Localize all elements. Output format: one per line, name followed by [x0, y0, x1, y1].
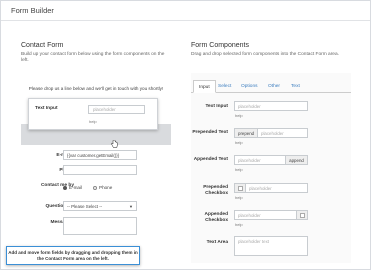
prepend-addon: prepend [234, 128, 258, 138]
component-help: help [235, 113, 243, 118]
checkbox-icon [300, 213, 305, 218]
component-label: Appended Text [193, 157, 228, 162]
form-builder-window: Form Builder Contact Form Build up your … [0, 0, 371, 270]
radio-dot-icon [93, 185, 97, 190]
contact-me-by-row: Contact me by E-mail Phone [21, 181, 171, 195]
tab-other[interactable]: Other [268, 84, 280, 89]
component-help: help [235, 195, 243, 200]
component-input: placeholder [257, 128, 308, 138]
components-subtitle: Drag and drop selected form components i… [191, 52, 339, 57]
dragged-help: help [89, 119, 97, 124]
component-textarea: placeholder text [234, 236, 308, 256]
dragged-text-input-component[interactable]: Text Input placeholder help [28, 98, 158, 148]
components-heading: Form Components [191, 42, 249, 49]
phone-field[interactable] [63, 165, 137, 175]
component-help: help [235, 222, 243, 227]
phone-row: Phone [21, 165, 171, 179]
append-addon: append [285, 155, 308, 165]
radio-dot-checked-icon [63, 185, 67, 190]
component-input: placeholder [234, 210, 297, 220]
component-label: Prepended Checkbox [203, 185, 228, 196]
components-panel: Input Select Options Other Text Text Inp… [191, 73, 351, 263]
components-header: Form Components Drag and drop selected f… [191, 42, 361, 58]
page-title: Form Builder [11, 6, 54, 15]
question-for-select[interactable]: -- Please Select -- ▼ [63, 201, 137, 211]
hand-cursor-icon [111, 140, 118, 148]
dragged-label: Text Input [35, 106, 58, 111]
component-help: help [235, 140, 243, 145]
title-bar: Form Builder [1, 1, 370, 21]
form-intro-message: Please drop us a line below and we'll ge… [28, 86, 164, 91]
message-row: Message * [21, 217, 171, 235]
email-field[interactable]: {{var customer.getEmail()}} [63, 150, 137, 160]
tab-select[interactable]: Select [218, 84, 231, 89]
tab-options[interactable]: Options [241, 84, 258, 89]
component-input: placeholder [234, 101, 308, 111]
append-checkbox-addon [296, 210, 308, 220]
radio-phone[interactable]: Phone [93, 185, 112, 190]
radio-email[interactable]: E-mail [63, 185, 82, 190]
email-row: E-mail * {{var customer.getEmail()}} [21, 150, 171, 164]
component-label: Text Area [206, 240, 228, 245]
contact-form-header: Contact Form Build up your contact form … [21, 42, 171, 64]
tab-input[interactable]: Input [193, 80, 216, 93]
question-for-row: Question for -- Please Select -- ▼ [21, 201, 171, 215]
component-input: placeholder [234, 155, 286, 165]
tab-text[interactable]: Text [291, 84, 300, 89]
component-label: Text Input [205, 104, 228, 109]
checkbox-icon [238, 186, 243, 191]
dropdown-arrow-icon: ▼ [129, 204, 133, 209]
component-label: Prepended Text [192, 130, 228, 135]
component-label: Appended Checkbox [204, 212, 228, 223]
dragged-input: placeholder [88, 105, 145, 114]
contact-form-subtitle: Build up your contact form below using t… [21, 52, 165, 63]
component-tabs: Input Select Options Other Text [191, 80, 351, 93]
contact-form-area[interactable]: Please drop us a line below and we'll ge… [21, 73, 171, 263]
drag-drop-tooltip: Add and move form fields by dragging and… [6, 246, 140, 265]
component-help: help [235, 167, 243, 172]
component-input: placeholder [245, 183, 308, 193]
contact-form-heading: Contact Form [21, 42, 64, 49]
message-textarea[interactable] [63, 217, 137, 235]
